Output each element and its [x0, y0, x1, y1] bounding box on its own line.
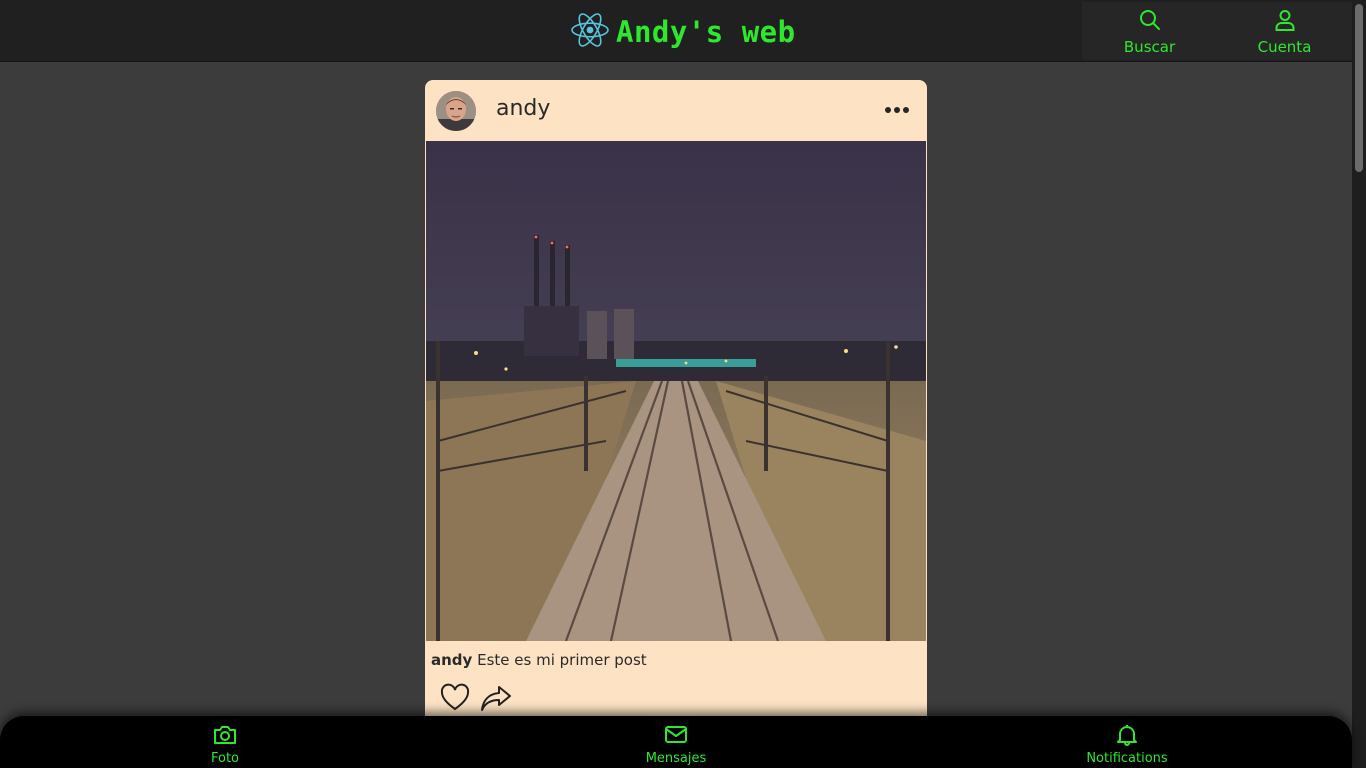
top-header: Andy's web Buscar Cuenta — [0, 0, 1352, 62]
camera-icon — [213, 724, 237, 750]
nav-photo[interactable]: Foto — [203, 724, 247, 766]
nav-notifications-label: Notifications — [1086, 751, 1168, 766]
scrollbar-thumb[interactable] — [1355, 4, 1363, 172]
header-actions: Buscar Cuenta — [1082, 2, 1352, 60]
caption-text: Este es mi primer post — [477, 651, 647, 669]
site-title: Andy's web — [616, 15, 796, 49]
page-scrollbar[interactable] — [1352, 0, 1366, 768]
brand[interactable]: Andy's web — [570, 12, 796, 52]
post-actions — [439, 682, 511, 714]
post-caption: andy Este es mi primer post — [431, 651, 647, 669]
account-label: Cuenta — [1257, 38, 1312, 56]
bell-icon — [1115, 724, 1139, 750]
more-dot — [894, 107, 900, 113]
like-button[interactable] — [439, 682, 471, 714]
more-dot — [903, 107, 909, 113]
caption-username[interactable]: andy — [431, 651, 472, 669]
mail-icon — [664, 724, 688, 750]
search-button[interactable]: Buscar — [1082, 2, 1217, 60]
avatar[interactable] — [436, 91, 476, 131]
post-header: andy — [425, 80, 927, 140]
user-icon — [1273, 8, 1297, 36]
post-image[interactable] — [426, 141, 926, 641]
account-button[interactable]: Cuenta — [1217, 2, 1352, 60]
post-card: andy andy Este es mi primer post — [425, 80, 927, 740]
more-options-button[interactable] — [881, 98, 913, 122]
bottom-nav: Foto Mensajes Notifications — [0, 716, 1352, 768]
more-dot — [885, 107, 891, 113]
react-logo-icon — [570, 12, 610, 52]
nav-photo-label: Foto — [210, 751, 240, 766]
search-label: Buscar — [1123, 38, 1176, 56]
search-icon — [1138, 8, 1162, 36]
nav-messages-label: Mensajes — [645, 751, 707, 766]
nav-notifications[interactable]: Notifications — [1082, 724, 1172, 766]
post-username[interactable]: andy — [496, 96, 550, 121]
nav-messages[interactable]: Mensajes — [641, 724, 711, 766]
share-button[interactable] — [479, 682, 511, 714]
